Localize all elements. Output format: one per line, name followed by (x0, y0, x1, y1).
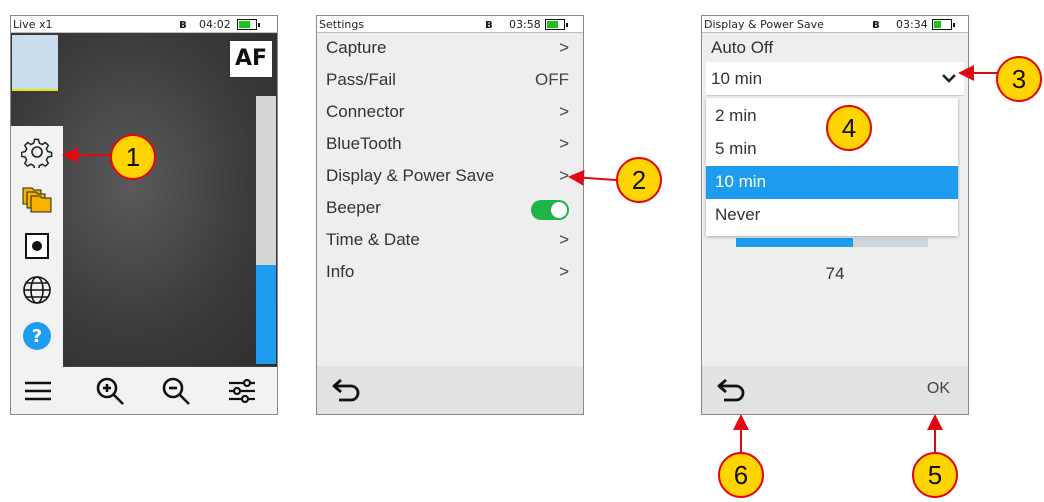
battery-icon (545, 19, 568, 30)
menu-item-beeper[interactable]: Beeper (317, 192, 583, 224)
live-camera-screen: Live x1 ʙ 04:02 AF ? (10, 15, 278, 415)
zoom-out-icon[interactable] (159, 374, 193, 408)
folders-icon[interactable] (21, 182, 53, 214)
callout-3: 3 (996, 56, 1042, 102)
auto-off-dropdown[interactable]: 10 min (706, 62, 964, 96)
menu-icon[interactable] (21, 374, 55, 408)
auto-off-selected-value: 10 min (711, 69, 763, 88)
screen-title: Display & Power Save (704, 18, 824, 31)
chevron-right-icon: > (559, 134, 569, 153)
menu-item-display-power-save[interactable]: Display & Power Save > (317, 160, 583, 192)
help-icon[interactable]: ? (21, 320, 53, 352)
pass-fail-value: OFF (535, 70, 569, 89)
brightness-value: 74 (825, 264, 845, 283)
svg-text:?: ? (32, 326, 42, 347)
clock: 03:58 (509, 18, 541, 31)
settings-gear-icon[interactable] (21, 136, 53, 168)
chevron-right-icon: > (559, 38, 569, 57)
menu-item-bluetooth[interactable]: BlueTooth > (317, 128, 583, 160)
chevron-right-icon: > (559, 102, 569, 121)
capture-icon[interactable] (21, 230, 53, 262)
callout-1: 1 (110, 134, 156, 180)
menu-item-time-date[interactable]: Time & Date > (317, 224, 583, 256)
auto-off-label: Auto Off (711, 38, 774, 57)
chevron-down-icon[interactable] (940, 71, 958, 85)
bottom-bar (317, 366, 583, 414)
thumbnail-preview[interactable] (12, 35, 58, 91)
chevron-right-icon: > (559, 262, 569, 281)
ok-button[interactable]: OK (927, 380, 950, 398)
chevron-right-icon: > (559, 230, 569, 249)
callout-5: 5 (912, 452, 958, 498)
battery-icon (237, 19, 260, 30)
battery-icon (932, 19, 955, 30)
bluetooth-icon: ʙ (485, 17, 493, 31)
settings-screen: Settings ʙ 03:58 Capture > Pass/Fail OFF… (316, 15, 584, 415)
menu-item-pass-fail[interactable]: Pass/Fail OFF (317, 64, 583, 96)
autofocus-button[interactable]: AF (229, 40, 273, 78)
bluetooth-icon: ʙ (179, 17, 187, 31)
zoom-in-icon[interactable] (93, 374, 127, 408)
status-bar: Display & Power Save ʙ 03:34 (702, 16, 968, 33)
beeper-toggle[interactable] (531, 200, 569, 220)
screen-title: Live x1 (13, 18, 53, 31)
bottom-toolbar (11, 367, 277, 414)
clock: 03:34 (896, 18, 928, 31)
chevron-right-icon: > (559, 166, 569, 185)
brightness-bar[interactable] (736, 238, 928, 247)
sidebar: ? (11, 126, 63, 372)
screen-title: Settings (319, 18, 365, 31)
option-never[interactable]: Never (706, 199, 958, 232)
callout-2: 2 (616, 157, 662, 203)
callout-4: 4 (826, 105, 872, 151)
status-bar: Live x1 ʙ 04:02 (11, 16, 277, 33)
menu-item-connector[interactable]: Connector > (317, 96, 583, 128)
display-power-save-screen: Display & Power Save ʙ 03:34 Auto Off 10… (701, 15, 969, 415)
zoom-level-fill (256, 264, 276, 364)
brightness-fill (736, 238, 854, 247)
zoom-level-bar[interactable] (256, 96, 276, 364)
option-10-min[interactable]: 10 min (706, 166, 958, 199)
menu-item-capture[interactable]: Capture > (317, 32, 583, 64)
bluetooth-icon: ʙ (872, 17, 880, 31)
menu-item-info[interactable]: Info > (317, 256, 583, 288)
adjust-sliders-icon[interactable] (225, 374, 259, 408)
bottom-bar: OK (702, 366, 968, 414)
callout-6: 6 (718, 452, 764, 498)
back-icon[interactable] (331, 374, 365, 406)
status-bar: Settings ʙ 03:58 (317, 16, 583, 33)
clock: 04:02 (199, 18, 231, 31)
back-icon[interactable] (716, 374, 750, 406)
globe-icon[interactable] (21, 274, 53, 306)
